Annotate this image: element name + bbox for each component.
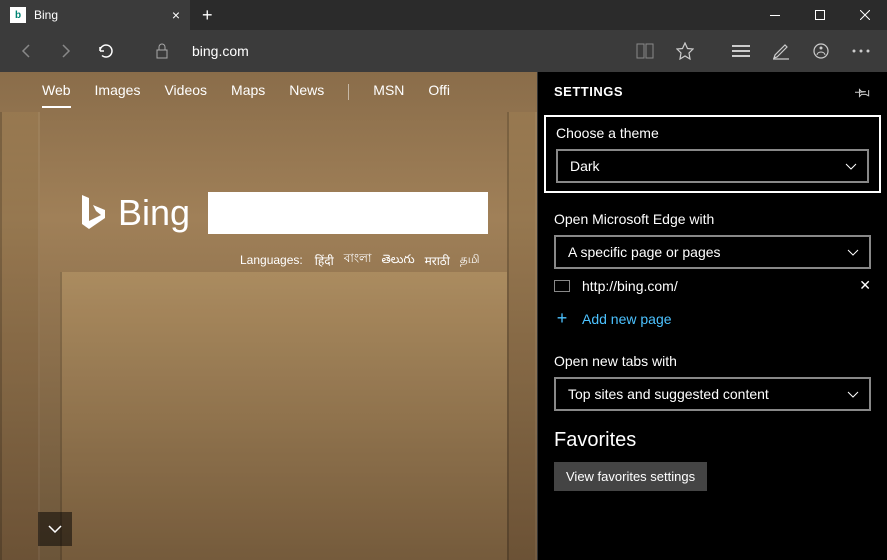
maximize-icon xyxy=(815,10,825,20)
hub-icon xyxy=(732,44,750,58)
plus-icon: + xyxy=(554,308,570,329)
site-info-button[interactable] xyxy=(144,33,180,69)
tab-close-icon[interactable]: × xyxy=(172,7,180,23)
open-with-dropdown[interactable]: A specific page or pages xyxy=(554,235,871,269)
lang-link[interactable]: தமி xyxy=(460,252,480,268)
bing-logo-icon xyxy=(78,193,108,233)
theme-value: Dark xyxy=(570,158,600,174)
settings-title: SETTINGS xyxy=(554,84,623,99)
bing-nav-videos[interactable]: Videos xyxy=(164,82,207,108)
more-icon xyxy=(852,49,870,53)
open-with-value: A specific page or pages xyxy=(568,244,721,260)
share-button[interactable] xyxy=(803,33,839,69)
bing-search-input[interactable] xyxy=(208,192,488,234)
page-content: Web Images Videos Maps News MSN Offi Bin… xyxy=(0,72,537,560)
favorite-button[interactable] xyxy=(667,33,703,69)
notes-button[interactable] xyxy=(763,33,799,69)
pin-button[interactable] xyxy=(855,85,871,99)
new-tabs-setting: Open new tabs with Top sites and suggest… xyxy=(554,353,871,411)
favorites-header: Favorites xyxy=(554,429,871,452)
more-button[interactable] xyxy=(843,33,879,69)
theme-dropdown[interactable]: Dark xyxy=(556,149,869,183)
tab-title: Bing xyxy=(34,8,58,22)
theme-label: Choose a theme xyxy=(556,125,869,141)
languages-label: Languages: xyxy=(240,253,303,267)
bing-nav-maps[interactable]: Maps xyxy=(231,82,265,108)
startup-page-entry: http://bing.com/ ✕ xyxy=(554,269,871,302)
forward-button[interactable] xyxy=(48,33,84,69)
window-close-button[interactable] xyxy=(842,0,887,30)
bing-nav-news[interactable]: News xyxy=(289,82,324,108)
bing-logo: Bing xyxy=(78,192,190,234)
bing-logo-text: Bing xyxy=(118,192,190,234)
hub-button[interactable] xyxy=(723,33,759,69)
open-with-label: Open Microsoft Edge with xyxy=(554,211,871,227)
navigation-bar: bing.com xyxy=(0,30,887,72)
window-maximize-button[interactable] xyxy=(797,0,842,30)
lang-link[interactable]: বাংলা xyxy=(344,250,372,270)
lang-link[interactable]: తెలుగు xyxy=(381,252,414,269)
remove-page-button[interactable]: ✕ xyxy=(859,277,871,294)
view-favorites-button[interactable]: View favorites settings xyxy=(554,462,707,491)
refresh-icon xyxy=(97,42,115,60)
settings-panel: SETTINGS Choose a theme Dark Open Micros… xyxy=(537,72,887,560)
bing-nav-msn[interactable]: MSN xyxy=(373,82,404,108)
add-page-label: Add new page xyxy=(582,311,672,327)
back-arrow-icon xyxy=(17,42,35,60)
close-icon xyxy=(860,10,870,20)
bing-nav-images[interactable]: Images xyxy=(95,82,141,108)
new-tabs-dropdown[interactable]: Top sites and suggested content xyxy=(554,377,871,411)
window-minimize-button[interactable] xyxy=(752,0,797,30)
forward-arrow-icon xyxy=(57,42,75,60)
new-tabs-value: Top sites and suggested content xyxy=(568,386,769,402)
reading-view-icon xyxy=(636,43,654,59)
share-icon xyxy=(812,42,830,60)
refresh-button[interactable] xyxy=(88,33,124,69)
back-button[interactable] xyxy=(8,33,44,69)
lang-link[interactable]: मराठी xyxy=(425,252,450,269)
browser-tab[interactable]: b Bing × xyxy=(0,0,190,30)
open-with-setting: Open Microsoft Edge with A specific page… xyxy=(554,211,871,335)
pin-icon xyxy=(855,85,871,99)
star-icon xyxy=(676,42,694,60)
minimize-icon xyxy=(770,15,780,16)
add-page-link[interactable]: + Add new page xyxy=(554,302,871,335)
bing-nav-web[interactable]: Web xyxy=(42,82,71,108)
pen-icon xyxy=(772,42,790,60)
expand-button[interactable] xyxy=(38,512,72,546)
chevron-down-icon xyxy=(845,163,857,170)
lock-icon xyxy=(155,43,169,59)
address-bar[interactable]: bing.com xyxy=(192,43,623,59)
startup-page-url: http://bing.com/ xyxy=(582,278,678,294)
title-bar: b Bing × + xyxy=(0,0,887,30)
new-tabs-label: Open new tabs with xyxy=(554,353,871,369)
bing-nav: Web Images Videos Maps News MSN Offi xyxy=(0,82,537,108)
reading-view-button[interactable] xyxy=(627,33,663,69)
bing-nav-office[interactable]: Offi xyxy=(428,82,450,108)
bing-languages: Languages: हिंदी বাংলা తెలుగు मराठी தமி xyxy=(240,250,480,270)
chevron-down-icon xyxy=(48,525,62,533)
tab-favicon: b xyxy=(10,7,26,23)
page-icon xyxy=(554,280,570,292)
chevron-down-icon xyxy=(847,249,859,256)
new-tab-button[interactable]: + xyxy=(190,5,225,26)
lang-link[interactable]: हिंदी xyxy=(315,252,334,269)
chevron-down-icon xyxy=(847,391,859,398)
theme-setting: Choose a theme Dark xyxy=(544,115,881,193)
